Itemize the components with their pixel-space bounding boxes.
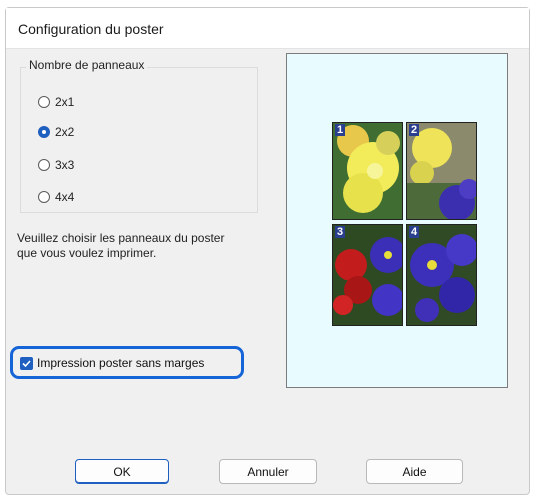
radio-label-2x1: 2x1	[55, 95, 75, 109]
dialog-title: Configuration du poster	[18, 21, 164, 37]
tile-number-1: 1	[335, 124, 346, 136]
tile-number-3: 3	[335, 226, 346, 238]
radio-2x2[interactable]: 2x2	[38, 125, 74, 139]
borderless-label: Impression poster sans marges	[37, 356, 205, 370]
radio-button-icon[interactable]	[38, 96, 50, 108]
radio-button-icon[interactable]	[38, 159, 50, 171]
radio-button-icon[interactable]	[38, 191, 50, 203]
instructions-text: Veuillez choisir les panneaux du poster …	[17, 231, 267, 261]
ok-button[interactable]: OK	[75, 459, 169, 484]
radio-4x4[interactable]: 4x4	[38, 190, 74, 204]
title-bar[interactable]: Configuration du poster	[6, 8, 529, 49]
instructions-line-2: que vous voulez imprimer.	[17, 246, 157, 260]
radio-2x1[interactable]: 2x1	[38, 95, 74, 109]
radio-label-3x3: 3x3	[55, 158, 75, 172]
cancel-button[interactable]: Annuler	[219, 459, 317, 484]
radio-3x3[interactable]: 3x3	[38, 158, 74, 172]
help-button[interactable]: Aide	[366, 459, 463, 484]
borderless-checkbox[interactable]: Impression poster sans marges	[20, 356, 204, 370]
instructions-line-1: Veuillez choisir les panneaux du poster	[17, 231, 225, 245]
preview-tile-3[interactable]: 3	[332, 224, 403, 326]
tile-number-2: 2	[409, 124, 420, 136]
radio-label-4x4: 4x4	[55, 190, 75, 204]
tile-number-4: 4	[409, 226, 420, 238]
poster-preview: 1 2 3 4	[286, 53, 508, 388]
preview-tile-4[interactable]: 4	[406, 224, 477, 326]
radio-label-2x2: 2x2	[55, 125, 75, 139]
radio-button-selected-icon[interactable]	[38, 126, 50, 138]
checkbox-checked-icon[interactable]	[20, 356, 33, 370]
preview-tile-1[interactable]: 1	[332, 122, 403, 220]
preview-tile-2[interactable]: 2	[406, 122, 477, 220]
panels-group-legend: Nombre de panneaux	[26, 58, 148, 72]
